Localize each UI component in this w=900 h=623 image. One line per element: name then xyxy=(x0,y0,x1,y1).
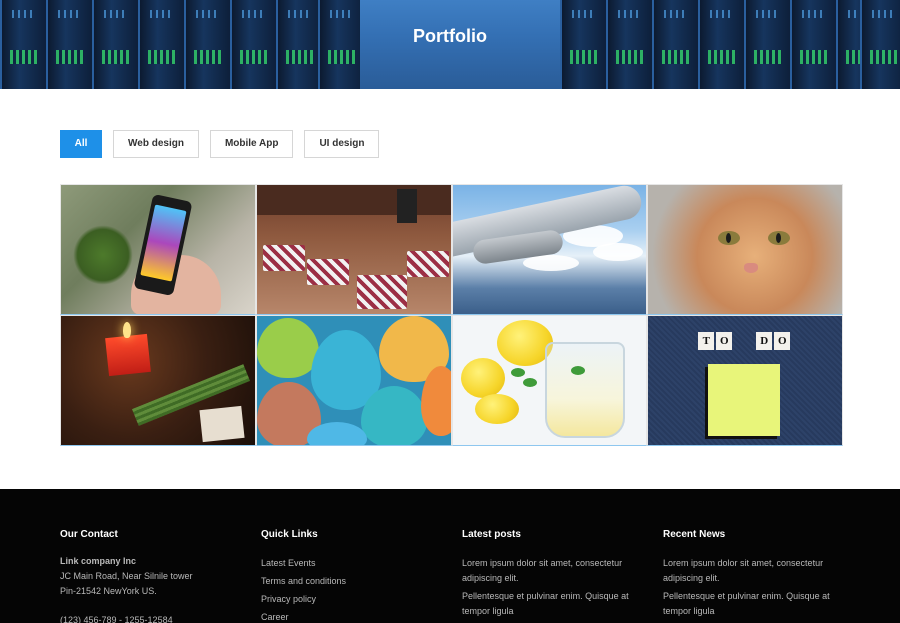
footer-latest-posts: Latest posts Lorem ipsum dolor sit amet,… xyxy=(462,489,647,619)
gallery-item-candle[interactable] xyxy=(60,315,256,446)
footer-heading: Latest posts xyxy=(462,529,521,540)
quick-links-list: Latest Events Terms and conditions Priva… xyxy=(261,556,446,623)
gift-tag xyxy=(199,405,245,443)
egg-shape xyxy=(306,422,367,445)
mint-leaf xyxy=(570,366,585,375)
gallery-item-cafe[interactable] xyxy=(255,184,452,315)
mint-leaf xyxy=(522,378,537,387)
water-glass xyxy=(544,342,625,438)
lemon-shape xyxy=(460,358,505,398)
gallery-item-eggs[interactable] xyxy=(255,315,452,446)
egg-shape xyxy=(360,386,427,445)
gallery-item-cat[interactable] xyxy=(647,184,843,315)
gallery-item-phone[interactable] xyxy=(60,184,256,315)
filter-web-design-button[interactable]: Web design xyxy=(113,130,199,158)
awning-shape xyxy=(256,185,451,215)
footer-recent-news: Recent News Lorem ipsum dolor sit amet, … xyxy=(663,489,848,619)
gallery-item-lemon[interactable] xyxy=(451,315,648,446)
filter-all-button[interactable]: All xyxy=(60,130,102,158)
address-line: Pin-21542 NewYork US. xyxy=(60,586,157,596)
mint-leaf xyxy=(510,368,525,377)
footer-heading: Our Contact xyxy=(60,529,118,540)
cafe-table xyxy=(406,251,449,277)
cloud-shape xyxy=(522,255,579,271)
candle-shape xyxy=(105,333,151,377)
phone-number: (123) 456-789 - 1255-12584 xyxy=(60,615,173,623)
todo-letter: D xyxy=(756,332,773,350)
company-name: Link company Inc xyxy=(60,556,137,566)
cafe-table xyxy=(262,245,305,271)
footer-link[interactable]: Latest Events xyxy=(261,556,446,571)
address-line: JC Main Road, Near Silnile tower xyxy=(60,571,193,581)
header-banner: Portfolio xyxy=(0,0,900,89)
gallery-item-todo[interactable]: T O D O xyxy=(647,315,843,446)
todo-letter: O xyxy=(716,332,733,350)
filter-mobile-app-button[interactable]: Mobile App xyxy=(209,130,294,158)
todo-letter: T xyxy=(698,332,715,350)
filter-ui-design-button[interactable]: UI design xyxy=(304,130,380,158)
sticky-note xyxy=(708,364,781,436)
cloud-shape xyxy=(592,243,643,261)
news-excerpt[interactable]: Lorem ipsum dolor sit amet, consectetur … xyxy=(663,556,848,586)
news-excerpt[interactable]: Pellentesque et pulvinar enim. Quisque a… xyxy=(663,589,848,619)
footer-contact: Our Contact Link company Inc JC Main Roa… xyxy=(60,489,245,623)
leaf-shape xyxy=(73,225,133,285)
footer-link[interactable]: Career xyxy=(261,610,446,623)
footer-heading: Quick Links xyxy=(261,529,318,540)
footer-quick-links: Quick Links Latest Events Terms and cond… xyxy=(261,489,446,623)
post-excerpt[interactable]: Lorem ipsum dolor sit amet, consectetur … xyxy=(462,556,647,586)
portfolio-filters: All Web design Mobile App UI design xyxy=(60,130,380,158)
footer-link[interactable]: Terms and conditions xyxy=(261,574,446,589)
post-excerpt[interactable]: Pellentesque et pulvinar enim. Quisque a… xyxy=(462,589,647,619)
todo-letter: O xyxy=(774,332,791,350)
footer-heading: Recent News xyxy=(663,529,726,540)
page-title: Portfolio xyxy=(413,26,487,46)
cat-eye xyxy=(718,231,741,245)
flame-shape xyxy=(123,322,131,338)
cat-eye xyxy=(768,231,791,245)
cafe-table xyxy=(306,259,349,285)
gallery-item-airplane[interactable] xyxy=(451,184,648,315)
lemon-shape xyxy=(474,394,519,424)
portfolio-gallery: T O D O xyxy=(60,184,843,446)
footer-link[interactable]: Privacy policy xyxy=(261,592,446,607)
menu-board xyxy=(396,189,417,223)
site-footer: Our Contact Link company Inc JC Main Roa… xyxy=(0,489,900,623)
cafe-table xyxy=(356,275,407,309)
egg-shape xyxy=(256,318,319,378)
cat-nose xyxy=(744,263,759,273)
